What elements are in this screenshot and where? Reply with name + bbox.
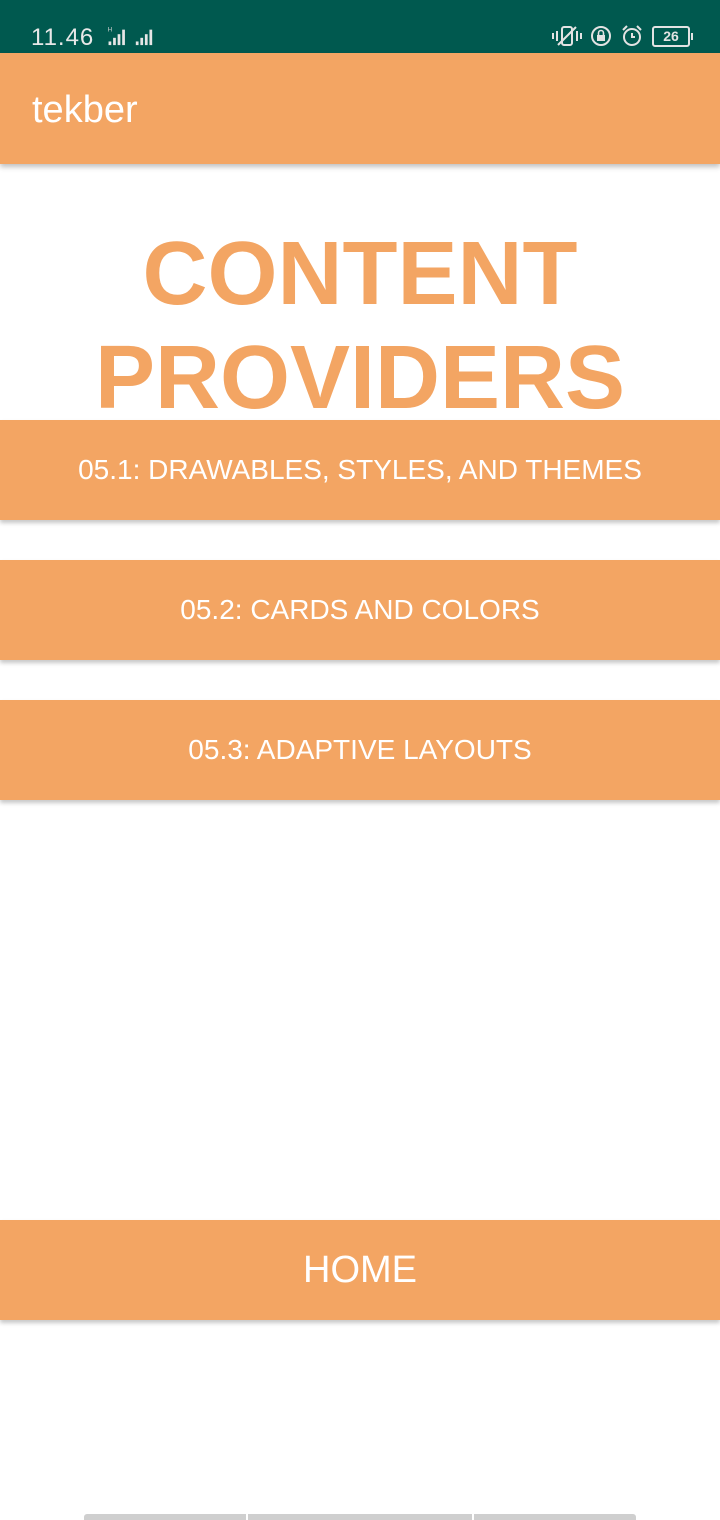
alarm-icon [622, 25, 642, 46]
home-button[interactable]: HOME [0, 1220, 720, 1320]
page-title-line-1: CONTENT [142, 224, 578, 324]
status-icons: 26 [552, 24, 693, 48]
screen: 11.46 H 26 tekber CONTENT PROVIDERS 05.1… [0, 0, 720, 1520]
status-bar: 11.46 H 26 [0, 0, 720, 53]
drawables-styles-themes-button[interactable]: 05.1: DRAWABLES, STYLES, AND THEMES [0, 420, 720, 520]
lock-icon [591, 26, 611, 46]
page-title: CONTENT PROVIDERS [0, 222, 720, 430]
cards-colors-button[interactable]: 05.2: CARDS AND COLORS [0, 560, 720, 660]
app-bar: tekber [0, 53, 720, 164]
adaptive-layouts-button[interactable]: 05.3: ADAPTIVE LAYOUTS [0, 700, 720, 800]
gesture-bar-divider [472, 1514, 474, 1520]
gesture-bar-divider [246, 1514, 248, 1520]
battery-icon: 26 [652, 25, 693, 47]
status-time: 11.46 [31, 24, 95, 51]
app-title: tekber [32, 89, 138, 131]
signal-icon: H [108, 26, 153, 46]
page-title-line-2: PROVIDERS [94, 328, 626, 428]
svg-text:H: H [108, 26, 113, 33]
vibrate-icon [552, 26, 582, 46]
gesture-navigation-bar[interactable] [84, 1514, 636, 1520]
